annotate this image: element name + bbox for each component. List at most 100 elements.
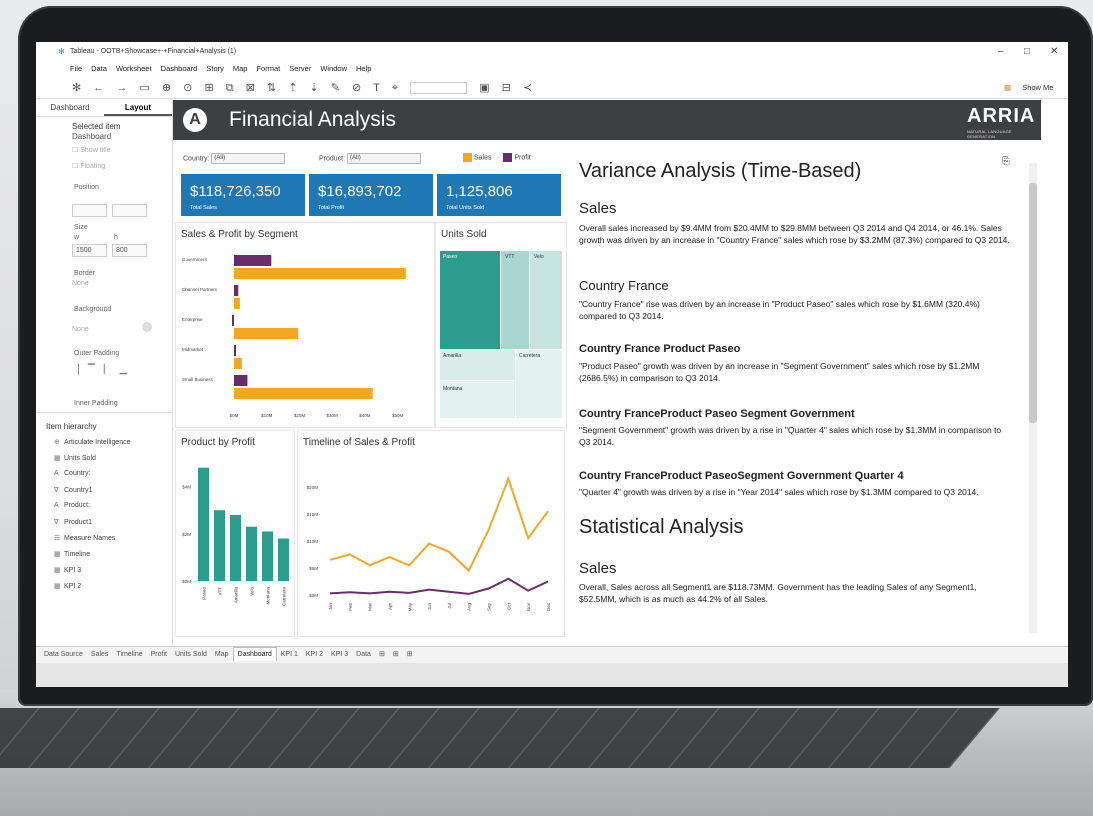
- background-color-swatch[interactable]: [142, 322, 152, 332]
- new-datasource-icon[interactable]: ⊕: [162, 82, 171, 94]
- swap-icon[interactable]: ⇅: [267, 82, 276, 94]
- hierarchy-item[interactable]: ⊕ Articulate Intelligence: [54, 438, 131, 446]
- border-dropdown[interactable]: None: [72, 280, 89, 287]
- sheet-tab[interactable]: KPI 3: [327, 648, 352, 661]
- show-title-checkbox[interactable]: ☐ Show title: [72, 146, 111, 154]
- country-filter-select[interactable]: (All): [211, 153, 286, 164]
- maximize-button[interactable]: □: [1024, 46, 1030, 57]
- presentation-icon[interactable]: ⊟: [502, 82, 511, 94]
- profit-bar[interactable]: [234, 285, 239, 296]
- profit-bar[interactable]: [246, 526, 257, 581]
- treemap-velo[interactable]: Velo: [530, 251, 562, 349]
- menu-file[interactable]: File: [70, 64, 82, 73]
- kpi-total-profit[interactable]: $16,893,702 Total Profit: [309, 174, 433, 216]
- sheet-tab[interactable]: Dashboard: [232, 647, 277, 661]
- background-dropdown[interactable]: None: [72, 326, 89, 333]
- hierarchy-item[interactable]: ▦ Units Sold: [54, 454, 96, 462]
- sales-bar[interactable]: [234, 268, 406, 279]
- menu-map[interactable]: Map: [233, 64, 248, 73]
- tableau-logo-icon[interactable]: ✻: [72, 82, 81, 94]
- show-me-button[interactable]: ▦ Show Me: [1004, 83, 1062, 92]
- forward-icon[interactable]: →: [116, 82, 127, 94]
- share-icon[interactable]: ≺: [523, 82, 532, 94]
- profit-bar[interactable]: [234, 345, 236, 356]
- back-icon[interactable]: ←: [93, 82, 104, 94]
- export-icon[interactable]: ⎘: [1002, 156, 1010, 167]
- highlight-icon[interactable]: ✎: [331, 82, 340, 94]
- height-input[interactable]: 800: [112, 244, 147, 257]
- kpi-total-units[interactable]: 1,125,806 Total Units Sold: [437, 174, 561, 216]
- sales-line[interactable]: [329, 475, 549, 573]
- tab-dashboard[interactable]: Dashboard: [36, 100, 104, 116]
- position-x-input[interactable]: [72, 204, 107, 217]
- menu-dashboard[interactable]: Dashboard: [161, 64, 198, 73]
- sales-bar[interactable]: [234, 388, 373, 399]
- treemap-paseo[interactable]: Paseo: [440, 251, 500, 349]
- profit-bar[interactable]: [232, 315, 234, 326]
- position-y-input[interactable]: [112, 204, 147, 217]
- minimize-button[interactable]: –: [998, 46, 1004, 57]
- product-profit-panel[interactable]: Product by Profit $0M $2M $4M Paseo VTT Amari…: [175, 430, 295, 637]
- hierarchy-item[interactable]: ∇ Country1: [54, 486, 92, 494]
- sheet-tab[interactable]: Units Sold: [171, 648, 211, 661]
- menu-server[interactable]: Server: [289, 64, 311, 73]
- sheet-tab[interactable]: KPI 2: [302, 648, 327, 661]
- fit-dropdown[interactable]: [410, 82, 468, 95]
- profit-bar[interactable]: [234, 255, 272, 266]
- new-dashboard-icon[interactable]: ⊞: [389, 647, 403, 661]
- product-filter[interactable]: Product: (All): [319, 153, 422, 164]
- width-input[interactable]: 1500: [72, 244, 107, 257]
- treemap-vtt[interactable]: VTT: [501, 251, 529, 349]
- narrative-scrollbar[interactable]: [1029, 163, 1037, 633]
- timeline-panel[interactable]: Timeline of Sales & Profit $0M $5M $10M $15…: [297, 430, 565, 637]
- sheet-tab[interactable]: KPI 1: [277, 648, 302, 661]
- show-cards-icon[interactable]: ▣: [479, 82, 489, 94]
- treemap-montana[interactable]: Montana: [440, 381, 515, 418]
- floating-checkbox[interactable]: ☐ Floating: [72, 162, 105, 170]
- sheet-tab[interactable]: Data Source: [40, 648, 87, 661]
- profit-bar[interactable]: [234, 375, 248, 386]
- clear-icon[interactable]: ⊠: [246, 82, 255, 94]
- sheet-tab[interactable]: Timeline: [112, 648, 146, 661]
- hierarchy-item[interactable]: ∇ Product1: [54, 518, 92, 526]
- profit-line[interactable]: [329, 577, 549, 595]
- country-filter[interactable]: Country: (All): [183, 153, 286, 164]
- menu-worksheet[interactable]: Worksheet: [116, 64, 152, 73]
- treemap-amarilla[interactable]: Amarilla: [440, 350, 515, 380]
- new-worksheet-icon[interactable]: ⊞: [375, 647, 389, 661]
- menu-window[interactable]: Window: [320, 64, 347, 73]
- units-sold-panel[interactable]: Units Sold Paseo VTT Velo Amarilla Carre…: [435, 222, 567, 428]
- treemap-carretera[interactable]: Carretera: [516, 350, 562, 418]
- menu-format[interactable]: Format: [256, 64, 280, 73]
- segment-chart[interactable]: Government Channel Partners Enterprise Midm…: [176, 223, 434, 427]
- hierarchy-item[interactable]: A Country:: [54, 470, 90, 477]
- pause-icon[interactable]: ⊙: [183, 82, 192, 94]
- menu-help[interactable]: Help: [356, 64, 371, 73]
- timeline-chart[interactable]: $0M $5M $10M $15M $20M Jan Feb Mar Apr May Jun Jul A…: [298, 431, 564, 636]
- save-icon[interactable]: ▭: [139, 82, 149, 94]
- new-sheet-icon[interactable]: ⊞: [204, 82, 213, 94]
- hierarchy-item[interactable]: A Product:: [54, 502, 90, 509]
- profit-bar[interactable]: [278, 538, 289, 581]
- kpi-total-sales[interactable]: $118,726,350 Total Sales: [181, 174, 305, 216]
- sales-bar[interactable]: [234, 298, 240, 309]
- sales-bar[interactable]: [234, 358, 242, 369]
- menu-data[interactable]: Data: [91, 64, 107, 73]
- new-story-icon[interactable]: ⊞: [403, 647, 417, 661]
- hierarchy-item[interactable]: ▦ KPI 3: [54, 566, 81, 574]
- fix-axes-icon[interactable]: ⌖: [392, 82, 398, 94]
- sort-desc-icon[interactable]: ⇣: [309, 82, 318, 94]
- padding-icons[interactable]: ▕▔▏▁: [72, 364, 136, 375]
- labels-icon[interactable]: T: [373, 82, 380, 94]
- scrollbar-thumb[interactable]: [1029, 183, 1037, 423]
- profit-bar[interactable]: [230, 514, 241, 581]
- close-button[interactable]: ✕: [1050, 46, 1058, 57]
- sheet-tab[interactable]: Map: [211, 648, 233, 661]
- sheet-tab[interactable]: Data: [352, 648, 375, 661]
- group-icon[interactable]: ⊘: [352, 82, 361, 94]
- profit-bar[interactable]: [198, 467, 209, 581]
- sales-bar[interactable]: [234, 328, 299, 339]
- hierarchy-item[interactable]: ▦ Timeline: [54, 550, 90, 558]
- sort-asc-icon[interactable]: ⇡: [288, 82, 297, 94]
- profit-bar[interactable]: [214, 510, 225, 581]
